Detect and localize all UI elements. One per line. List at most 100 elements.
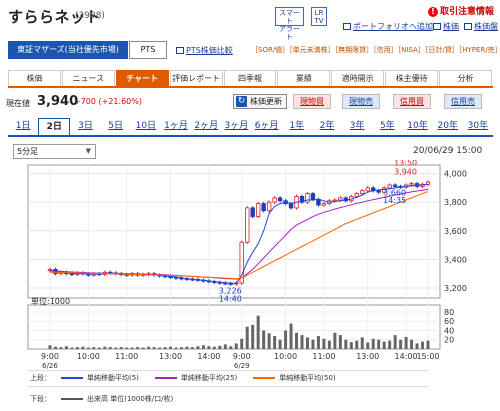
period-tab-8[interactable]: 6ヶ月	[252, 118, 282, 135]
main-tab-1[interactable]: ニュース	[61, 70, 115, 86]
volume-bar	[295, 332, 299, 349]
volume-tick-label: 60	[444, 317, 454, 326]
buy-spot-button[interactable]: 現物買	[293, 94, 331, 109]
candle-body	[255, 203, 261, 217]
volume-bar	[179, 347, 183, 349]
volume-bar	[377, 339, 381, 349]
stock-code: (3998)	[75, 11, 105, 21]
time-tick-label: 9:00	[41, 352, 59, 361]
sell-margin-button[interactable]: 信用売	[444, 94, 482, 109]
period-tab-0[interactable]: 1日	[8, 118, 38, 135]
period-tab-10[interactable]: 2年	[312, 118, 342, 135]
stock-board-link[interactable]: 株価	[433, 21, 459, 32]
period-tab-9[interactable]: 1年	[282, 118, 312, 135]
period-tab-2[interactable]: 3日	[70, 118, 100, 135]
volume-bar	[70, 347, 74, 349]
volume-bar	[81, 346, 85, 349]
volume-unit-label: 単位:1000	[31, 296, 70, 306]
candle-body	[392, 184, 398, 187]
time-tick-label: 13:00	[356, 352, 379, 361]
refresh-price-button[interactable]: 株価更新	[233, 94, 287, 109]
volume-bar	[229, 346, 233, 349]
period-tab-7[interactable]: 3ヶ月	[221, 118, 251, 135]
main-tab-0[interactable]: 株価	[8, 70, 61, 86]
current-price: 3,940	[37, 94, 79, 109]
volume-bar	[75, 347, 79, 349]
volume-bar	[322, 338, 326, 349]
market-tab-tse[interactable]: 東証マザーズ(当社優先市場)	[8, 41, 128, 59]
candle-body	[305, 193, 310, 203]
legend-lower-heading: 下段：	[30, 394, 51, 403]
candle-body	[272, 197, 277, 203]
trade-warning-link[interactable]: ! 取引注意情報	[428, 4, 494, 17]
main-tab-7[interactable]: 株主優待	[385, 70, 439, 86]
volume-bar	[316, 336, 320, 349]
candle-body	[266, 201, 272, 212]
volume-bar	[311, 339, 315, 349]
main-tab-8[interactable]: 分析	[439, 70, 493, 86]
current-price-label: 現在値	[6, 99, 30, 108]
main-tab-6[interactable]: 適時開示	[331, 70, 385, 86]
main-tab-3[interactable]: 評価レポート	[169, 70, 223, 86]
volume-tick-label: 80	[444, 308, 454, 317]
volume-bar	[240, 338, 244, 349]
period-tab-6[interactable]: 2ヶ月	[191, 118, 221, 135]
volume-bar	[97, 347, 101, 349]
candle-body	[360, 190, 365, 195]
volume-bar	[136, 347, 140, 349]
interval-value: 5分足	[17, 147, 39, 156]
period-tab-13[interactable]: 10年	[402, 118, 432, 135]
volume-bar	[212, 346, 216, 349]
candle-body	[376, 190, 381, 193]
volume-bar	[103, 346, 107, 349]
board-icon	[433, 23, 441, 30]
board-link[interactable]: 株価盤	[464, 21, 498, 32]
lr-tv-button[interactable]: LR TV	[311, 7, 327, 26]
smart-alert-button[interactable]: スマート アラート	[275, 7, 304, 41]
time-tick-label: 9:00	[233, 352, 251, 361]
period-tab-15[interactable]: 30年	[463, 118, 493, 135]
volume-bar	[125, 347, 129, 349]
portfolio-add-link[interactable]: ポートフォリオへ追加	[343, 21, 433, 32]
pts-compare-link[interactable]: PTS株価比較	[176, 45, 233, 56]
volume-bar	[108, 347, 112, 349]
volume-bar	[86, 347, 90, 349]
price-tick-label: 3,800	[444, 198, 467, 207]
period-tab-11[interactable]: 3年	[342, 118, 372, 135]
price-chart[interactable]: 4,000 3,800 3,600 3,400 3,200 80604020 単位:1000…	[0, 160, 500, 370]
buy-margin-button[interactable]: 信用買	[393, 94, 431, 109]
sell-spot-button[interactable]: 現物売	[342, 94, 380, 109]
period-tab-14[interactable]: 20年	[433, 118, 463, 135]
legend-upper-swatch	[253, 376, 276, 379]
period-tab-1[interactable]: 2日	[38, 118, 71, 135]
volume-bar	[119, 347, 123, 349]
volume-bar	[421, 341, 425, 349]
volume-bar	[114, 347, 118, 349]
candle-body	[409, 183, 414, 186]
trade-tags: ［SOR/値］［単元未満株］［無期限貸］［信用］［NISA］［日計/貸］［HYP…	[251, 46, 500, 54]
main-tab-5[interactable]: 業績	[277, 70, 331, 86]
legend-upper-swatch	[154, 376, 177, 379]
period-tab-12[interactable]: 5年	[372, 118, 402, 135]
legend-upper-item: 単純移動平均(25)	[154, 373, 237, 383]
period-tab-4[interactable]: 10日	[131, 118, 161, 135]
volume-bar	[278, 339, 282, 349]
volume-bar	[344, 339, 348, 349]
volume-bar	[152, 347, 156, 349]
ma-time-label: 14:35	[383, 196, 406, 205]
volume-bar	[327, 340, 331, 349]
main-tab-4[interactable]: 四季報	[223, 70, 277, 86]
legend-upper-item: 単純移動平均(5)	[61, 373, 139, 383]
volume-bar	[333, 332, 337, 349]
interval-select[interactable]: 5分足 ▼	[13, 144, 96, 159]
volume-bar	[147, 346, 151, 349]
volume-bar	[415, 343, 419, 349]
market-tab-pts[interactable]: PTS	[129, 41, 167, 59]
volume-bar	[355, 340, 359, 349]
main-tab-2[interactable]: チャート	[115, 70, 169, 86]
period-tab-5[interactable]: 1ヶ月	[161, 118, 191, 135]
volume-bar	[404, 336, 408, 349]
volume-bar	[267, 333, 271, 349]
legend-lower: 下段： 出来高 単位(1000株/口/枚)	[30, 392, 189, 405]
period-tab-3[interactable]: 5日	[101, 118, 131, 135]
